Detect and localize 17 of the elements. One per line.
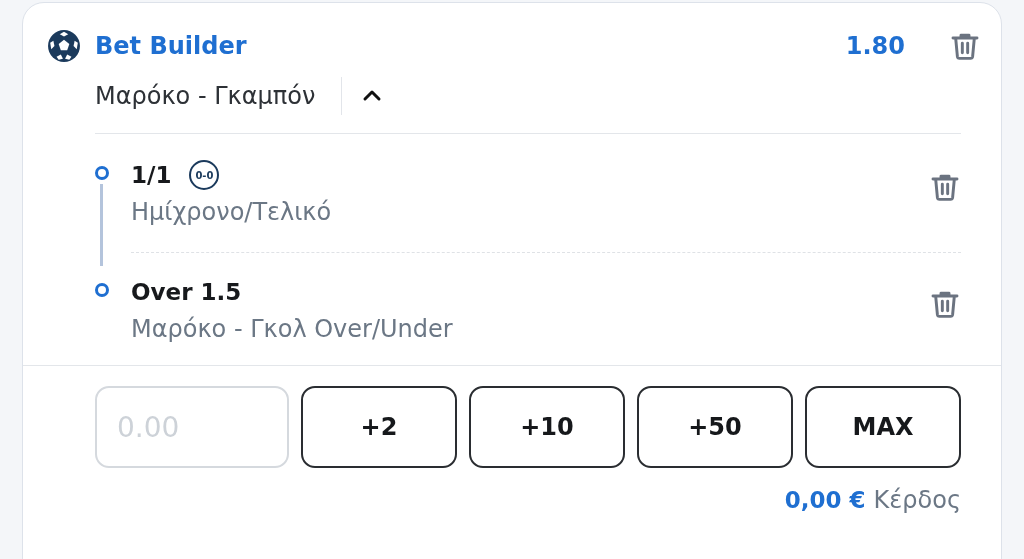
- leg-dot: [95, 166, 109, 180]
- market-name: Μαρόκο - Γκολ Over/Under: [131, 315, 454, 343]
- winnings-label: Κέρδος: [873, 486, 961, 514]
- winnings-amount: 0,00 €: [784, 487, 866, 513]
- leg-dot: [95, 283, 109, 297]
- quick-stake-button[interactable]: +2: [301, 386, 457, 468]
- selection-name: Over 1.5: [131, 279, 242, 305]
- quick-stake-button[interactable]: MAX: [805, 386, 961, 468]
- match-name: Μαρόκο - Γκαμπόν: [95, 82, 316, 110]
- score-badge: 0-0: [189, 160, 220, 190]
- football-icon: [47, 29, 81, 63]
- quick-stake-button[interactable]: +10: [469, 386, 625, 468]
- selection-name: 1/1: [131, 162, 172, 188]
- market-name: Ημίχρονο/Τελικό: [131, 198, 333, 226]
- bet-title: Bet Builder: [95, 32, 248, 60]
- quick-stake-button[interactable]: +50: [637, 386, 793, 468]
- odds-value: 1.80: [845, 32, 905, 60]
